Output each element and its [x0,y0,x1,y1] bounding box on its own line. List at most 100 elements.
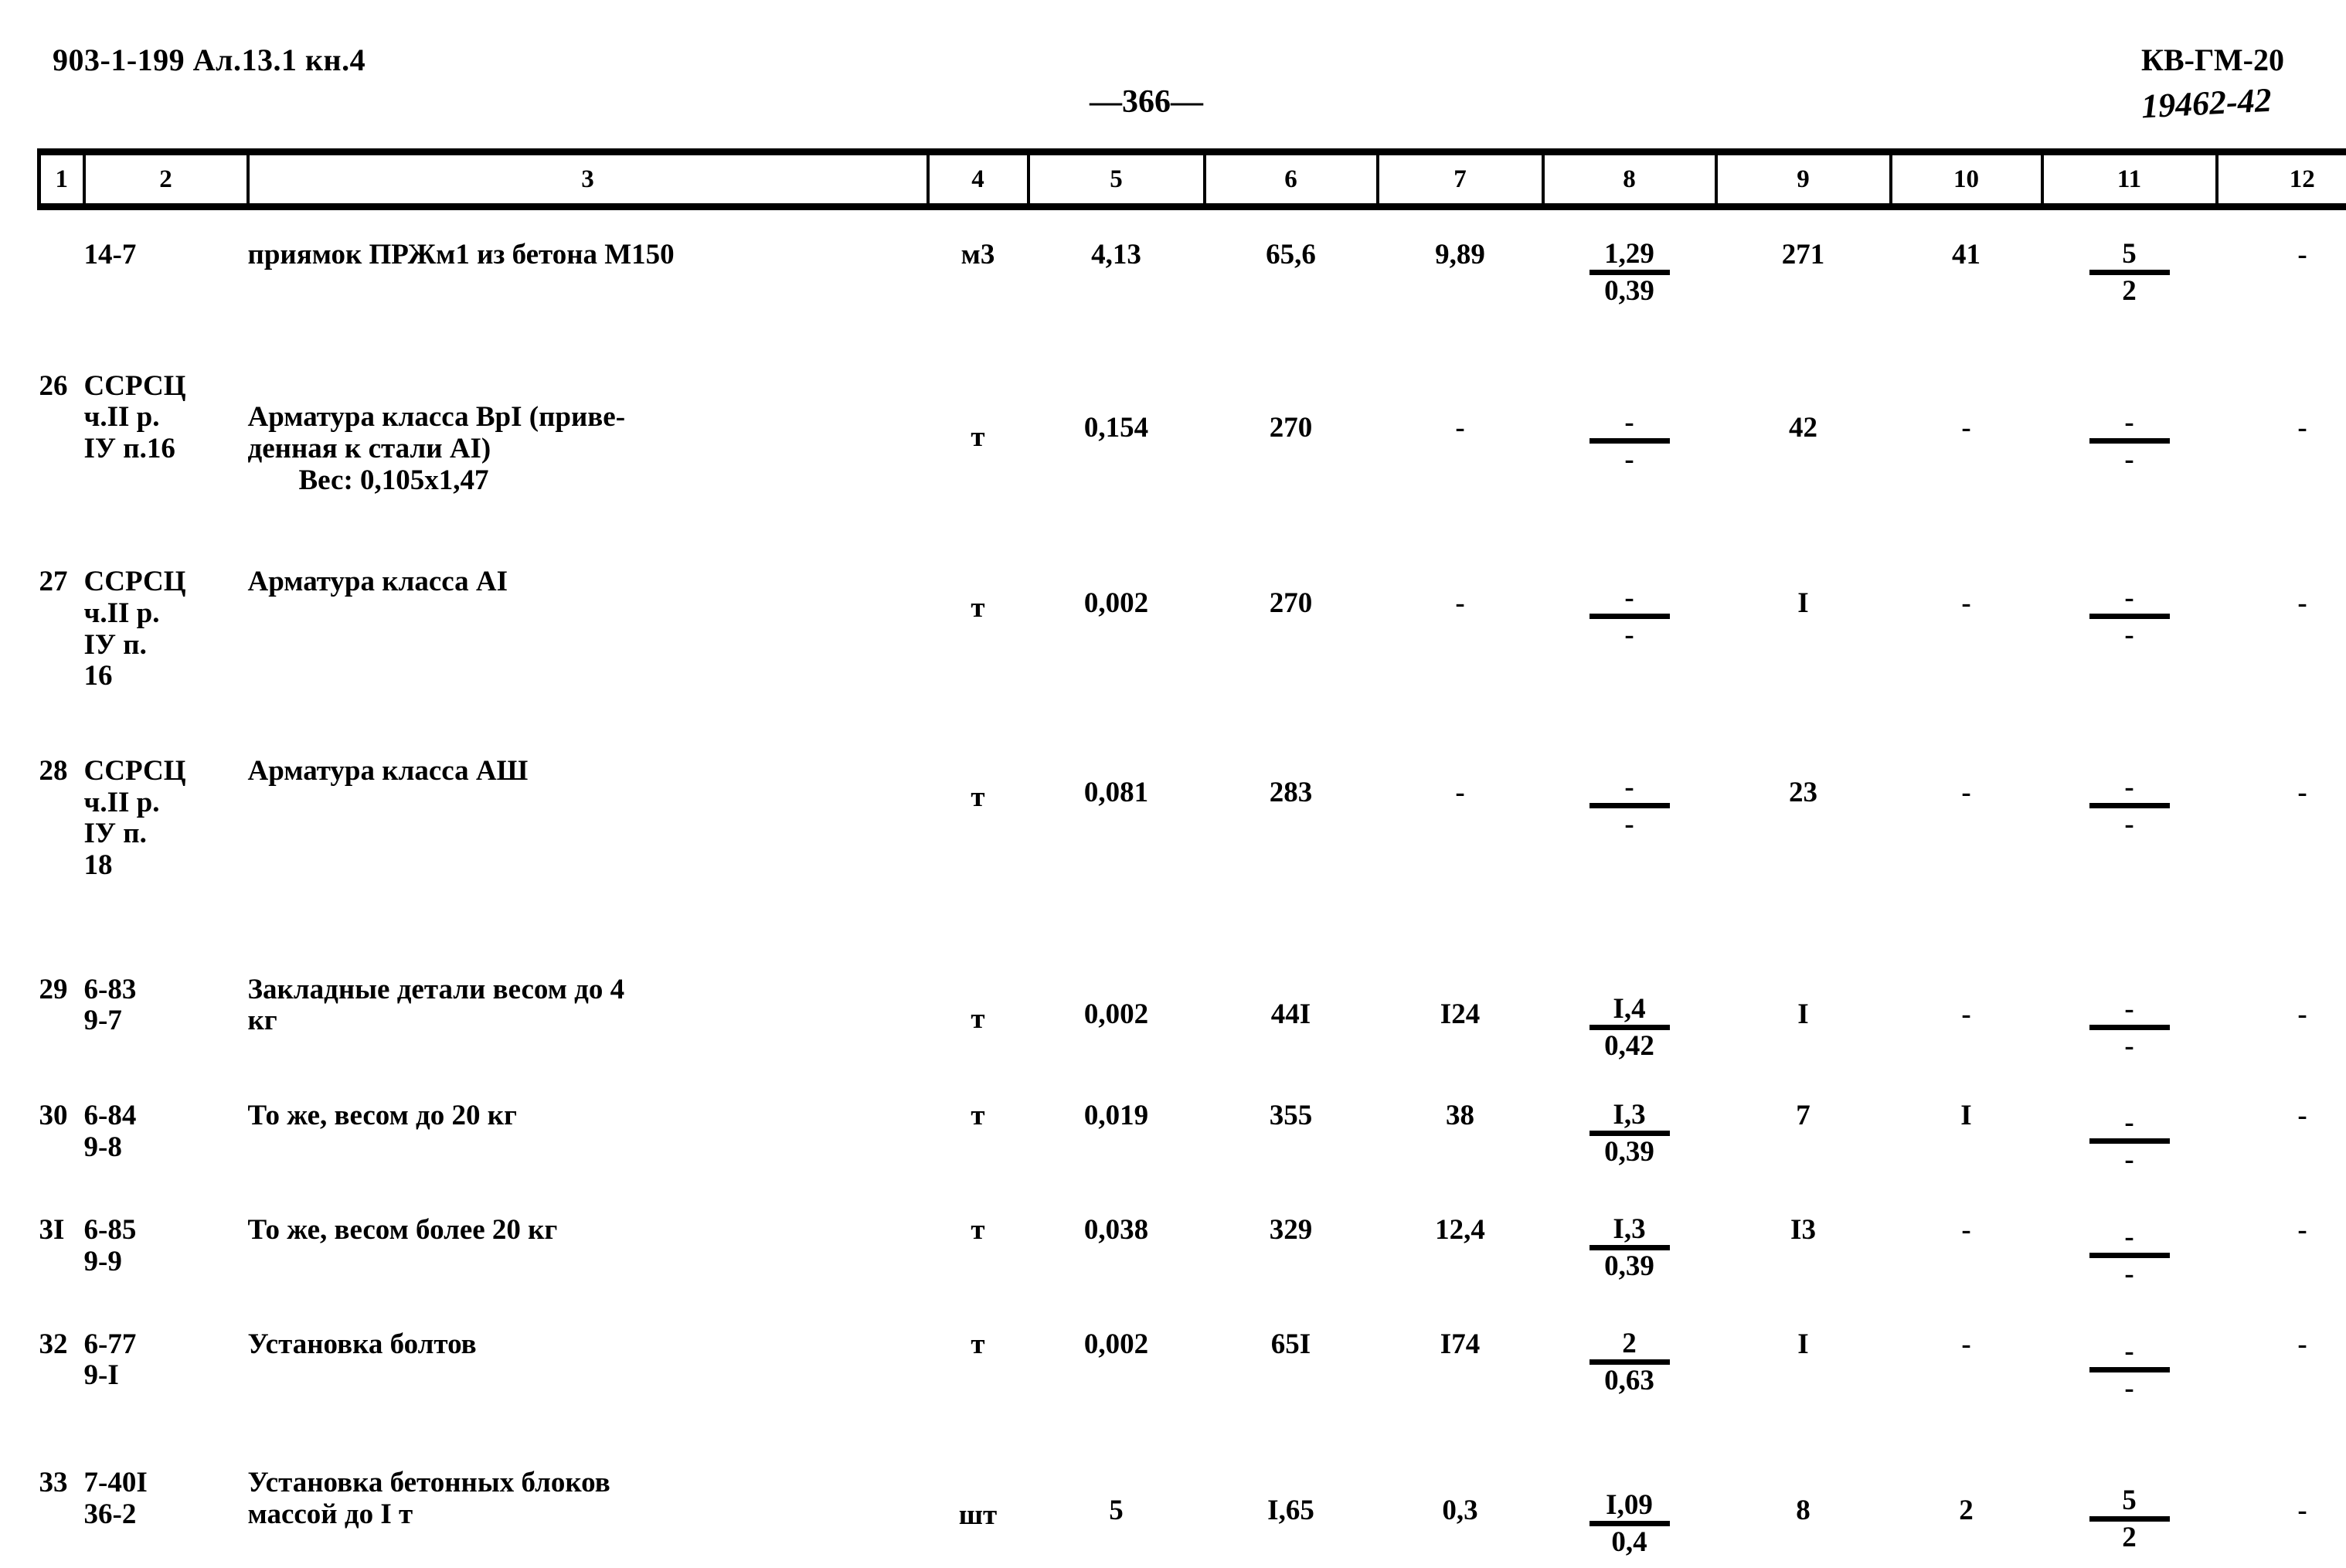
cell-position: 28 [39,747,84,891]
cell-justification: 7-40I 36-2 [84,1458,248,1568]
fraction-denominator: - [2089,1253,2170,1288]
fraction-numerator: - [2089,1223,2170,1253]
cell-description: приямок ПРЖм1 из бетона М150 [248,230,928,317]
cell-labor-fraction: I,09 0,4 [1543,1458,1716,1568]
cell-quantity: 0,154 [1028,362,1205,537]
cell-description: Арматура класса ВрI (приве- денная к ста… [248,362,928,537]
fraction-numerator: - [1590,583,1670,614]
row-spacer [39,1413,2346,1458]
page-header: 903-1-199 Ал.13.1 кн.4 —366— КВ-ГМ-20 19… [0,36,2346,159]
fraction-numerator: 5 [2089,240,2170,270]
table-row: 27 ССРСЦ ч.II р. IУ п. 16 Арматура класс… [39,557,2346,702]
cell-description: То же, весом более 20 кг [248,1206,928,1300]
cell-notes: - [2217,557,2346,702]
cell-unit: т [928,1320,1028,1414]
cell-total-cost: I [1716,965,1891,1072]
cell-description: Установка бетонных блоков массой до I т [248,1458,928,1568]
cell-total-fraction: - - [2042,362,2217,537]
column-number-header-row: 1 2 3 4 5 6 7 8 9 10 11 12 [39,152,2346,207]
cell-quantity: 0,019 [1028,1091,1205,1185]
colnum-12: 12 [2217,152,2346,207]
cell-position: 32 [39,1320,84,1414]
fraction-denominator: 0,39 [1590,1131,1670,1166]
cell-unit-cost: 44I [1205,965,1378,1072]
cell-position: 26 [39,362,84,537]
cell-justification: 14-7 [84,230,248,317]
colnum-6: 6 [1205,152,1378,207]
cell-justification: 6-83 9-7 [84,965,248,1072]
cell-unit-cost: 283 [1205,747,1378,891]
cell-notes: - [2217,1206,2346,1300]
cell-total-cost: 23 [1716,747,1891,891]
table-row: 14-7 приямок ПРЖм1 из бетона М150 м3 4,1… [39,230,2346,317]
fraction: - - [2089,773,2170,838]
cell-total-wage: - [1891,747,2042,891]
cell-notes: - [2217,1320,2346,1414]
handwritten-archive-number: 19462-42 [2140,80,2273,127]
row-spacer [39,537,2346,557]
fraction: I,09 0,4 [1590,1491,1670,1556]
table-row: 28 ССРСЦ ч.II р. IУ п. 18 Арматура класс… [39,747,2346,891]
fraction-numerator: 1,29 [1590,240,1670,270]
cell-total-fraction: - - [2042,557,2217,702]
cell-justification: ССРСЦ ч.II р. IУ п. 18 [84,747,248,891]
fraction-denominator: - [2089,803,2170,838]
cell-total-wage: I [1891,1091,2042,1185]
cell-unit-cost: 329 [1205,1206,1378,1300]
fraction: - - [2089,1337,2170,1403]
cell-justification: ССРСЦ ч.II р. IУ п.16 [84,362,248,537]
cell-wage: I74 [1378,1320,1543,1414]
cell-labor-fraction: 1,29 0,39 [1543,230,1716,317]
cell-labor-fraction: - - [1543,557,1716,702]
cell-description: Установка болтов [248,1320,928,1414]
cell-justification: 6-84 9-8 [84,1091,248,1185]
fraction-denominator: - [2089,1138,2170,1174]
cell-description: Арматура класса АШ [248,747,928,891]
cell-total-fraction: - - [2042,1206,2217,1300]
colnum-11: 11 [2042,152,2217,207]
fraction: 5 2 [2089,240,2170,305]
cell-wage: 0,3 [1378,1458,1543,1568]
colnum-4: 4 [928,152,1028,207]
fraction: 5 2 [2089,1486,2170,1552]
fraction: - - [2089,1223,2170,1288]
cell-wage: - [1378,362,1543,537]
colnum-9: 9 [1716,152,1891,207]
cell-position: 3I [39,1206,84,1300]
table-row: 26 ССРСЦ ч.II р. IУ п.16 Арматура класса… [39,362,2346,537]
fraction-denominator: 0,39 [1590,1245,1670,1281]
fraction-denominator: 0,4 [1590,1521,1670,1556]
fraction-numerator: - [2089,995,2170,1025]
fraction-denominator: - [2089,1025,2170,1060]
cell-total-wage: 2 [1891,1458,2042,1568]
fraction: - - [1590,773,1670,838]
fraction-denominator: - [2089,1367,2170,1403]
fraction-denominator: - [1590,438,1670,474]
cell-total-cost: I [1716,1320,1891,1414]
fraction-denominator: 0,42 [1590,1025,1670,1060]
cell-wage: 38 [1378,1091,1543,1185]
fraction: I,3 0,39 [1590,1215,1670,1281]
table-row: 30 6-84 9-8 То же, весом до 20 кг т 0,01… [39,1091,2346,1185]
fraction-numerator: 2 [1590,1329,1670,1359]
cell-unit-cost: 65,6 [1205,230,1378,317]
fraction: 2 0,63 [1590,1329,1670,1395]
cell-total-wage: - [1891,362,2042,537]
cell-notes: - [2217,747,2346,891]
fraction-numerator: I,3 [1590,1100,1670,1131]
row-spacer [39,1185,2346,1206]
cell-unit: т [928,1206,1028,1300]
fraction-numerator: I,4 [1590,995,1670,1025]
cell-position: 27 [39,557,84,702]
cell-notes: - [2217,1458,2346,1568]
cell-labor-fraction: I,3 0,39 [1543,1206,1716,1300]
cell-quantity: 0,002 [1028,965,1205,1072]
colnum-1: 1 [39,152,84,207]
fraction-numerator: - [2089,1108,2170,1138]
cell-total-wage: - [1891,965,2042,1072]
cell-labor-fraction: 2 0,63 [1543,1320,1716,1414]
fraction-denominator: - [2089,438,2170,474]
cell-total-fraction: - - [2042,1091,2217,1185]
cell-total-wage: - [1891,1206,2042,1300]
fraction-numerator: - [2089,1337,2170,1367]
